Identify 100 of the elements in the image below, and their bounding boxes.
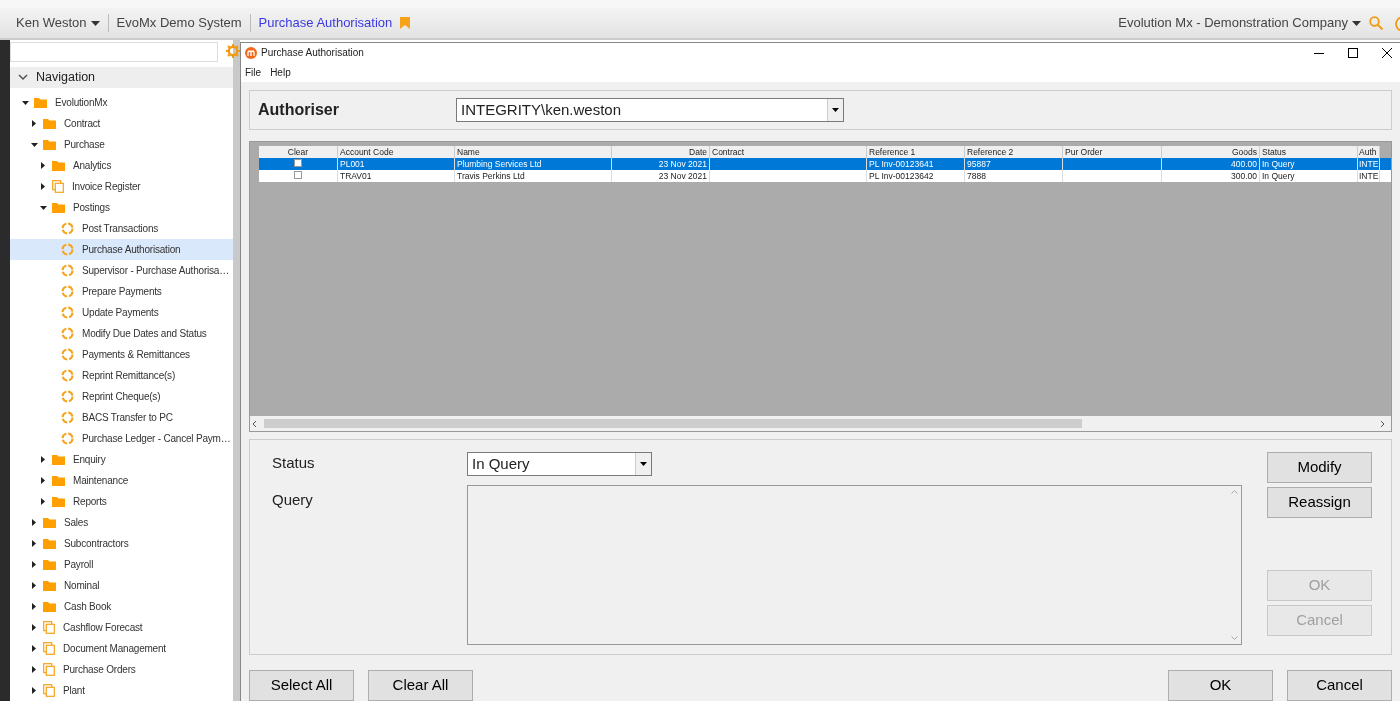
- documents-icon: [52, 180, 64, 193]
- tree-item[interactable]: Maintenance: [10, 470, 233, 491]
- table-cell: 23 Nov 2021: [612, 170, 710, 182]
- window-title: Purchase Authorisation: [261, 46, 364, 60]
- circle-arrows-icon: [61, 369, 74, 382]
- caret-down-icon: [39, 205, 47, 210]
- menu-item[interactable]: Help: [270, 64, 291, 80]
- caret-right-icon: [32, 540, 36, 547]
- circle-arrows-icon: [61, 264, 74, 277]
- tree-item[interactable]: Document Management: [10, 638, 233, 659]
- documents-icon: [43, 642, 55, 655]
- tree-item[interactable]: Purchase Ledger - Cancel Paym…: [10, 428, 233, 449]
- search-icon[interactable]: [1369, 16, 1383, 30]
- table-cell: INTE: [1358, 170, 1380, 182]
- tree-item[interactable]: Purchase Authorisation: [10, 239, 233, 260]
- table-cell: TRAV01: [338, 170, 455, 182]
- folder-icon: [43, 517, 56, 528]
- caret-right-icon: [32, 582, 36, 589]
- caret-icon: [1352, 20, 1361, 26]
- field-label: Query: [272, 489, 314, 510]
- table-row[interactable]: PL001 Plumbing Services Ltd 23 Nov 2021 PL Inv-00123641 95887 400.00 In Query INTE: [259, 158, 1391, 170]
- folder-icon: [43, 559, 56, 570]
- table-row[interactable]: TRAV01 Travis Perkins Ltd 23 Nov 2021 PL Inv-00123642 7888 300.00 In Query INTE: [259, 170, 1391, 182]
- tree-item[interactable]: Purchase: [10, 134, 233, 155]
- tree-item[interactable]: Modify Due Dates and Status: [10, 323, 233, 344]
- bookmark-icon[interactable]: [400, 17, 411, 29]
- tree-item[interactable]: Nominal: [10, 575, 233, 596]
- scroll-up-icon[interactable]: [1230, 490, 1238, 494]
- user-menu[interactable]: Ken Weston: [16, 13, 100, 33]
- tree-item[interactable]: Prepare Payments: [10, 281, 233, 302]
- table-cell: In Query: [1260, 170, 1358, 182]
- tree-item[interactable]: Plant: [10, 680, 233, 701]
- caret-right-icon: [32, 624, 36, 631]
- column-header[interactable]: Reference 1: [867, 146, 965, 158]
- tree-item[interactable]: Postings: [10, 197, 233, 218]
- tree-item[interactable]: Analytics: [10, 155, 233, 176]
- column-header[interactable]: Clear: [259, 146, 338, 158]
- table-cell: 300.00: [1162, 170, 1260, 182]
- horizontal-scrollbar[interactable]: [250, 416, 1391, 431]
- column-header[interactable]: Status: [1260, 146, 1358, 158]
- column-header[interactable]: Reference 2: [965, 146, 1063, 158]
- column-header[interactable]: Account Code: [338, 146, 455, 158]
- column-header[interactable]: Auth: [1358, 146, 1380, 158]
- caret-right-icon: [32, 519, 36, 526]
- status-dropdown[interactable]: In Query: [467, 452, 652, 476]
- checkbox[interactable]: [294, 159, 302, 167]
- action-button[interactable]: Cancel: [1287, 670, 1392, 701]
- circle-arrows-icon: [61, 390, 74, 403]
- action-button[interactable]: Clear All: [368, 670, 473, 701]
- circle-arrows-icon: [61, 285, 74, 298]
- caret-down-icon: [21, 100, 29, 105]
- action-button[interactable]: Modify: [1267, 452, 1372, 483]
- tree-item[interactable]: Contract: [10, 113, 233, 134]
- field-label: Status: [272, 453, 316, 473]
- tree-item[interactable]: Reprint Cheque(s): [10, 386, 233, 407]
- tree-item[interactable]: Enquiry: [10, 449, 233, 470]
- column-header[interactable]: Pur Order: [1063, 146, 1162, 158]
- tree-item[interactable]: Cashflow Forecast: [10, 617, 233, 638]
- action-button[interactable]: OK: [1168, 670, 1273, 701]
- action-button[interactable]: Select All: [249, 670, 354, 701]
- tree-item[interactable]: Post Transactions: [10, 218, 233, 239]
- tree-item[interactable]: Sales: [10, 512, 233, 533]
- tree-item[interactable]: Reports: [10, 491, 233, 512]
- tree-item[interactable]: Payments & Remittances: [10, 344, 233, 365]
- field-label: Authoriser: [258, 100, 340, 120]
- circle-arrows-icon: [61, 222, 74, 235]
- page-link[interactable]: Purchase Authorisation: [258, 13, 393, 33]
- tree-item[interactable]: Invoice Register: [10, 176, 233, 197]
- folder-icon: [52, 202, 65, 213]
- maximize-icon[interactable]: [1348, 47, 1358, 58]
- close-icon[interactable]: [1382, 47, 1392, 58]
- column-header[interactable]: Goods: [1162, 146, 1260, 158]
- tree-item[interactable]: BACS Transfer to PC: [10, 407, 233, 428]
- scroll-down-icon[interactable]: [1230, 636, 1238, 640]
- navigation-header[interactable]: Navigation: [10, 67, 233, 88]
- column-header[interactable]: Date: [612, 146, 710, 158]
- column-header[interactable]: Name: [455, 146, 612, 158]
- authoriser-dropdown[interactable]: INTEGRITY\ken.weston: [456, 98, 844, 122]
- action-button[interactable]: Reassign: [1267, 487, 1372, 518]
- tree-item[interactable]: Payroll: [10, 554, 233, 575]
- folder-icon: [43, 601, 56, 612]
- tree-item[interactable]: Supervisor - Purchase Authorisa…: [10, 260, 233, 281]
- column-header[interactable]: Contract: [710, 146, 867, 158]
- circle-arrows-icon: [61, 411, 74, 424]
- caret-right-icon: [41, 162, 45, 169]
- tree-item[interactable]: Cash Book: [10, 596, 233, 617]
- checkbox[interactable]: [294, 171, 302, 179]
- settings-icon[interactable]: [226, 44, 240, 58]
- menu-item[interactable]: File: [245, 64, 262, 80]
- tree-item[interactable]: Purchase Orders: [10, 659, 233, 680]
- tree-item[interactable]: Update Payments: [10, 302, 233, 323]
- circle-arrows-icon: [61, 327, 74, 340]
- tree-item[interactable]: EvolutionMx: [10, 92, 233, 113]
- caret-right-icon: [32, 666, 36, 673]
- tree-item[interactable]: Reprint Remittance(s): [10, 365, 233, 386]
- table-cell: Travis Perkins Ltd: [455, 170, 612, 182]
- tree-item[interactable]: Subcontractors: [10, 533, 233, 554]
- query-field[interactable]: [467, 485, 1242, 645]
- search-field[interactable]: [10, 42, 218, 62]
- company-menu[interactable]: Evolution Mx - Demonstration Company: [1118, 13, 1361, 33]
